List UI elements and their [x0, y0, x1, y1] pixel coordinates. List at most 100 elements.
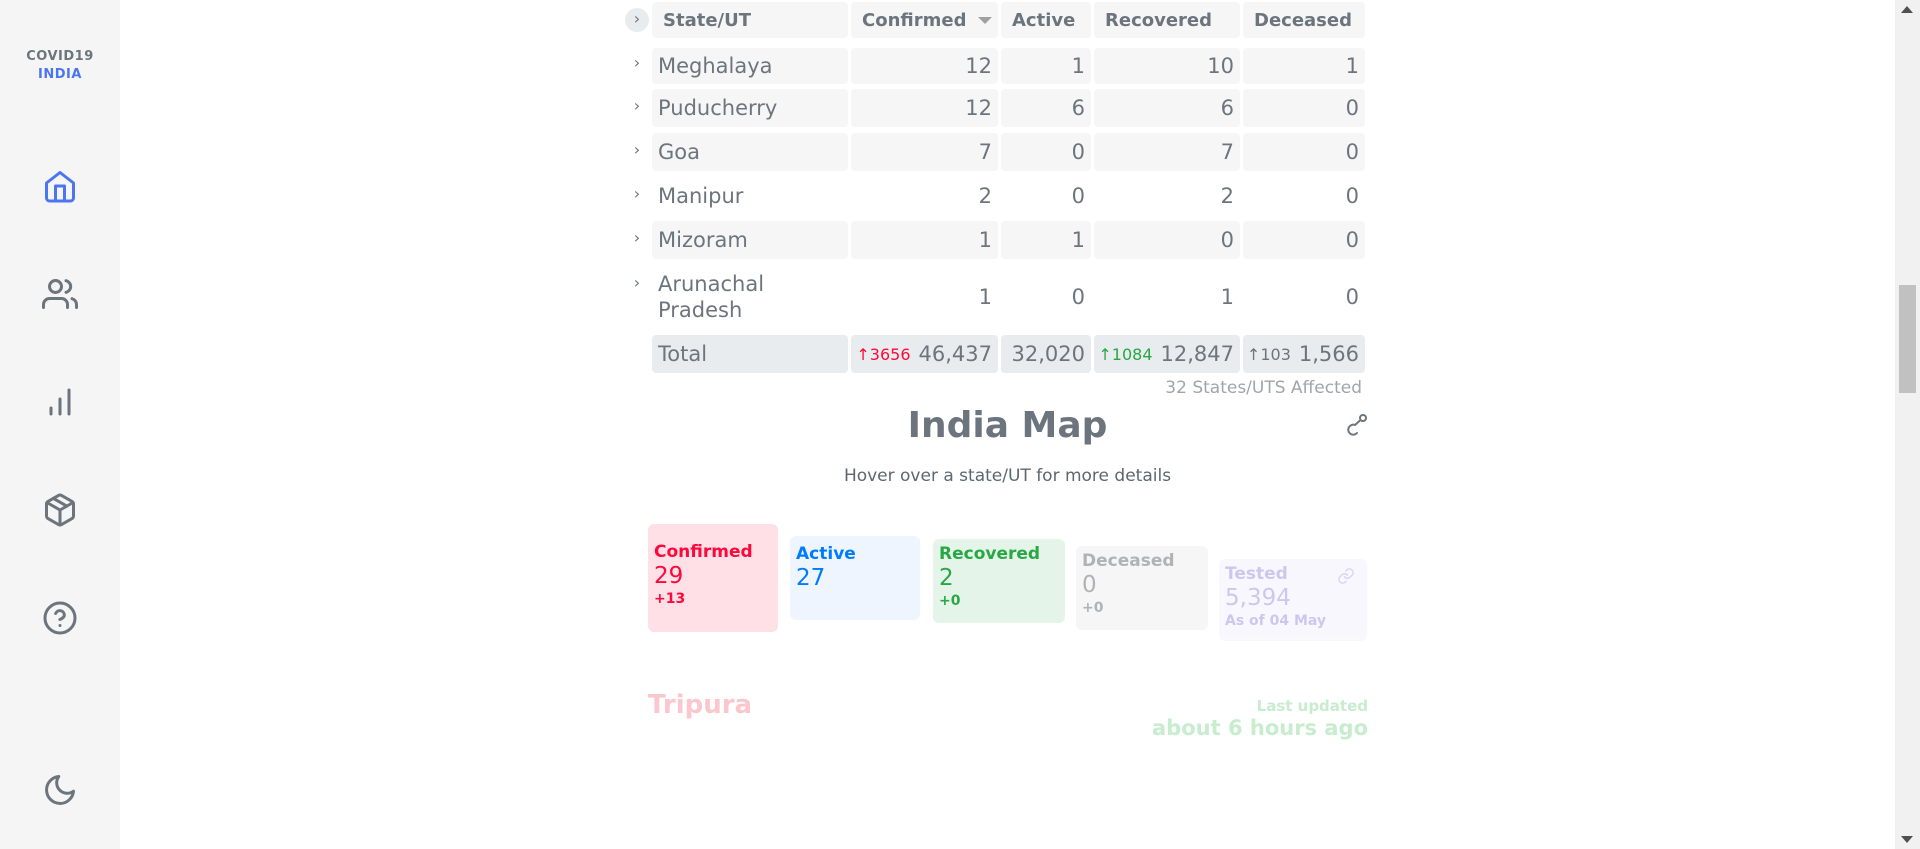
recovered-cell: 1 — [1094, 265, 1240, 329]
sort-down-icon — [978, 16, 993, 24]
active-cell: 6 — [1001, 89, 1091, 127]
table-row[interactable]: › Manipur 2 0 2 0 — [625, 177, 1365, 215]
state-cell: Puducherry — [652, 89, 848, 127]
total-deceased: ↑103 1,566 — [1243, 335, 1365, 373]
stat-active[interactable]: Active 27 — [790, 536, 920, 620]
states-affected-text: 32 States/UTS Affected — [1165, 378, 1362, 398]
state-cell: Arunachal Pradesh — [652, 265, 792, 329]
chevron-right-icon[interactable]: › — [625, 272, 649, 296]
state-cell: Mizoram — [652, 221, 848, 259]
stat-date: As of 04 May — [1225, 613, 1327, 629]
bar-chart-icon[interactable] — [40, 382, 80, 422]
deceased-delta: ↑103 — [1246, 344, 1291, 364]
table-row[interactable]: › Puducherry 12 6 6 0 — [625, 89, 1365, 127]
deceased-total: 1,566 — [1298, 342, 1359, 366]
stat-label: Confirmed — [654, 542, 753, 562]
stat-value: 29 — [654, 563, 684, 589]
share-icon[interactable] — [1345, 413, 1369, 437]
chevron-right-icon[interactable]: › — [625, 139, 649, 163]
recovered-cell: 10 — [1094, 48, 1240, 84]
confirmed-cell: 12 — [851, 48, 998, 84]
deceased-cell: 0 — [1243, 89, 1365, 127]
scrollbar[interactable] — [1895, 0, 1920, 849]
active-cell: 1 — [1001, 48, 1091, 84]
scroll-thumb[interactable] — [1899, 285, 1916, 393]
link-icon[interactable] — [1337, 567, 1355, 585]
chevron-right-icon[interactable]: › — [625, 227, 649, 251]
state-cell: Goa — [652, 133, 848, 171]
table-row[interactable]: › Goa 7 0 7 0 — [625, 133, 1365, 171]
stat-value: 2 — [939, 565, 954, 591]
help-icon[interactable] — [40, 598, 80, 638]
confirmed-total: 46,437 — [918, 342, 992, 366]
active-cell: 0 — [1001, 133, 1091, 171]
header-confirmed[interactable]: Confirmed — [851, 2, 998, 38]
recovered-cell: 6 — [1094, 89, 1240, 127]
confirmed-cell: 2 — [851, 177, 998, 215]
logo-line-1: COVID19 — [26, 49, 94, 64]
table-total-row: Total ↑3656 46,437 32,020 ↑1084 12,847 ↑… — [625, 335, 1365, 373]
table-header: › State/UT Confirmed Active Recovered De… — [625, 2, 1365, 38]
stat-deceased[interactable]: Deceased 0 +0 — [1076, 546, 1208, 630]
selected-state-name: Tripura — [648, 690, 753, 720]
active-cell: 0 — [1001, 265, 1091, 329]
deceased-cell: 1 — [1243, 48, 1365, 84]
recovered-total: 12,847 — [1160, 342, 1234, 366]
chevron-right-icon[interactable]: › — [625, 95, 649, 119]
deceased-cell: 0 — [1243, 265, 1365, 329]
chevron-right-icon[interactable]: › — [625, 52, 649, 76]
confirmed-delta: ↑3656 — [856, 344, 911, 364]
table-row[interactable]: › Meghalaya 12 1 10 1 — [625, 48, 1365, 84]
stat-delta: +0 — [939, 593, 961, 609]
stat-value: 5,394 — [1225, 585, 1291, 611]
total-active: 32,020 — [1001, 335, 1091, 373]
recovered-delta: ↑1084 — [1098, 344, 1153, 364]
recovered-cell: 0 — [1094, 221, 1240, 259]
logo-line-2: INDIA — [38, 67, 82, 82]
stat-tested[interactable]: Tested 5,394 As of 04 May — [1219, 559, 1367, 641]
total-confirmed: ↑3656 46,437 — [851, 335, 998, 373]
deceased-cell: 0 — [1243, 177, 1365, 215]
stat-label: Deceased — [1082, 551, 1175, 571]
stat-delta: +13 — [654, 591, 686, 607]
last-updated-label: Last updated — [1256, 697, 1368, 715]
users-icon[interactable] — [40, 274, 80, 314]
header-active[interactable]: Active — [1001, 2, 1091, 38]
confirmed-cell: 1 — [851, 265, 998, 329]
package-icon[interactable] — [40, 490, 80, 530]
header-state[interactable]: State/UT — [652, 2, 848, 38]
total-recovered: ↑1084 12,847 — [1094, 335, 1240, 373]
active-cell: 0 — [1001, 177, 1091, 215]
scroll-up-icon[interactable] — [1901, 6, 1913, 13]
total-label: Total — [652, 335, 848, 373]
app-logo[interactable]: COVID19 INDIA — [0, 48, 120, 84]
deceased-cell: 0 — [1243, 133, 1365, 171]
header-deceased[interactable]: Deceased — [1243, 2, 1365, 38]
stat-label: Recovered — [939, 544, 1041, 564]
state-cell: Manipur — [652, 177, 848, 215]
map-subtitle: Hover over a state/UT for more details — [843, 466, 1172, 486]
scroll-down-icon[interactable] — [1901, 836, 1913, 843]
stat-value: 0 — [1082, 572, 1097, 598]
table-row[interactable]: › Arunachal Pradesh 1 0 1 0 — [625, 265, 1365, 329]
sidebar: COVID19 INDIA — [0, 0, 120, 849]
stat-confirmed[interactable]: Confirmed 29 +13 — [648, 524, 778, 632]
recovered-cell: 2 — [1094, 177, 1240, 215]
header-recovered[interactable]: Recovered — [1094, 2, 1240, 38]
moon-icon[interactable] — [40, 770, 80, 810]
stat-delta: +0 — [1082, 600, 1104, 616]
active-cell: 1 — [1001, 221, 1091, 259]
last-updated-value: about 6 hours ago — [1152, 716, 1368, 740]
confirmed-cell: 7 — [851, 133, 998, 171]
deceased-cell: 0 — [1243, 221, 1365, 259]
stat-recovered[interactable]: Recovered 2 +0 — [933, 539, 1065, 623]
stat-label: Active — [796, 544, 856, 564]
chevron-right-icon[interactable]: › — [625, 8, 649, 32]
chevron-right-icon[interactable]: › — [625, 183, 649, 207]
home-icon[interactable] — [40, 166, 80, 206]
state-cell: Meghalaya — [652, 48, 848, 84]
map-title: India Map — [907, 405, 1108, 446]
stat-value: 27 — [796, 565, 826, 591]
confirmed-cell: 12 — [851, 89, 998, 127]
table-row[interactable]: › Mizoram 1 1 0 0 — [625, 221, 1365, 259]
